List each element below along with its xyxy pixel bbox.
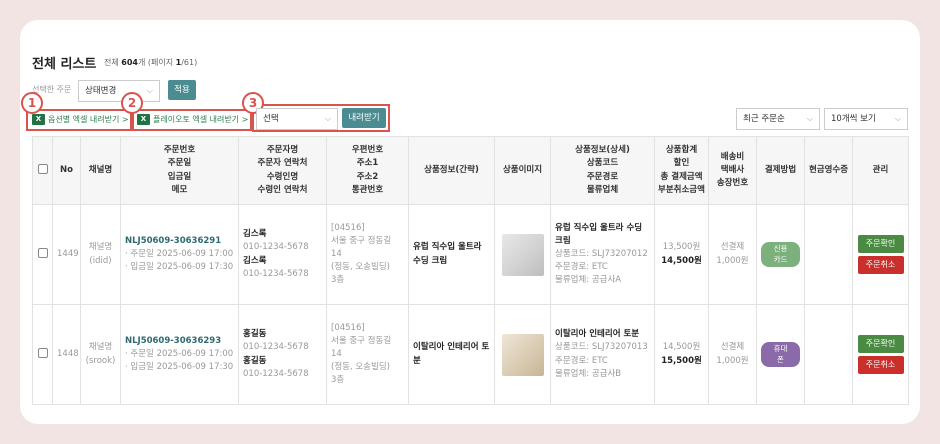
row-shipping: 선결제 1,000원 xyxy=(708,204,757,305)
payment-badge: 신용카드 xyxy=(761,241,800,267)
sort-select[interactable]: 최근 주문순 ⌵ xyxy=(736,108,820,130)
row-channel: 채널명 (idid) xyxy=(80,204,121,305)
header-receipt: 현금영수증 xyxy=(804,136,853,205)
product-image xyxy=(501,333,544,376)
page-size-select[interactable]: 10개씩 보기 ⌵ xyxy=(824,108,908,130)
row-payment: 휴대폰 xyxy=(756,304,805,405)
row-order: NLJ50609-30636291 · 주문일 2025-06-09 17:00… xyxy=(120,204,239,305)
row-manage: 주문확인 주문취소 xyxy=(852,204,909,305)
row-amount: 13,500원 14,500원 xyxy=(654,204,709,305)
excel-playauto-download-button[interactable]: X 플레이오토 엑셀 내려받기 > xyxy=(137,114,248,125)
excel-icon: X xyxy=(137,114,150,125)
chevron-down-icon: ⌵ xyxy=(806,114,813,123)
product-image xyxy=(501,233,544,276)
row-channel: 채널명 (srook) xyxy=(80,304,121,405)
header-address: 우편번호 주소1 주소2 통관번호 xyxy=(326,136,409,205)
row-receipt xyxy=(804,204,853,305)
select-all-checkbox[interactable] xyxy=(37,164,48,175)
download-button[interactable]: 내려받기 xyxy=(342,108,386,128)
annotation-marker-2: 2 xyxy=(121,92,143,114)
header-image: 상품이미지 xyxy=(494,136,551,205)
apply-button[interactable]: 적용 xyxy=(168,80,196,100)
order-number-link[interactable]: NLJ50609-30636293 xyxy=(125,335,234,348)
row-no: 1448 xyxy=(52,304,81,405)
row-checkbox-cell xyxy=(32,304,53,405)
chevron-down-icon: ⌵ xyxy=(324,114,331,123)
row-checkbox[interactable] xyxy=(37,248,48,259)
row-amount: 14,500원 15,500원 xyxy=(654,304,709,405)
table-row: 1449 채널명 (idid) NLJ50609-30636291 · 주문일 2… xyxy=(32,204,909,305)
list-panel: 전체 리스트 전체 604개 (페이지 1/61) 선택한 주문 상태변경 ⌵ … xyxy=(20,20,920,424)
header-order: 주문번호 주문일 입금일 메모 xyxy=(120,136,239,205)
confirm-order-button[interactable]: 주문확인 xyxy=(857,335,904,353)
row-manage: 주문확인 주문취소 xyxy=(852,304,909,405)
header-manage: 관리 xyxy=(852,136,909,205)
row-product-short: 이탈리아 인테리어 토분 xyxy=(408,304,495,405)
order-number-link[interactable]: NLJ50609-30636291 xyxy=(125,235,234,248)
row-shipping: 선결제 1,000원 xyxy=(708,304,757,405)
header-shipping: 배송비 택배사 송장번호 xyxy=(708,136,757,205)
row-payment: 신용카드 xyxy=(756,204,805,305)
annotation-marker-1: 1 xyxy=(21,92,43,114)
select-all-header xyxy=(32,136,53,205)
row-product-short: 유럽 직수입 울트라 수딩 크림 xyxy=(408,204,495,305)
header-product-detail: 상품정보(상세) 상품코드 주문경로 물류업체 xyxy=(550,136,655,205)
row-receipt xyxy=(804,304,853,405)
download-type-select[interactable]: 선택 ⌵ xyxy=(256,108,338,130)
header-payment: 결제방법 xyxy=(756,136,805,205)
row-customer: 김스록 010-1234-5678 김스록 010-1234-5678 xyxy=(238,204,327,305)
page-title: 전체 리스트 xyxy=(32,57,97,72)
excel-option-download-button[interactable]: X 옵션별 엑셀 내려받기 > xyxy=(32,114,129,125)
row-product-detail: 유럽 직수입 울트라 수딩 크림 상품코드: SLJ73207012 주문경로:… xyxy=(550,204,655,305)
header-amount: 상품합계 할인 총 결제금액 부분취소금액 xyxy=(654,136,709,205)
chevron-down-icon: ⌵ xyxy=(894,114,901,123)
header-customer: 주문자명 주문자 연락처 수령인명 수령인 연락처 xyxy=(238,136,327,205)
row-product-detail: 이탈리아 인테리어 토분 상품코드: SLJ73207013 주문경로: ETC… xyxy=(550,304,655,405)
chevron-down-icon: ⌵ xyxy=(146,86,153,95)
header-channel: 채널명 xyxy=(80,136,121,205)
row-image xyxy=(494,204,551,305)
row-image xyxy=(494,304,551,405)
row-customer: 홍길동 010-1234-5678 홍길동 010-1234-5678 xyxy=(238,304,327,405)
row-order: NLJ50609-30636293 · 주문일 2025-06-09 17:00… xyxy=(120,304,239,405)
row-address: [04516] 서울 중구 정동길 14 (정동, 오송빌딩) 3층 xyxy=(326,304,409,405)
table-row: 1448 채널명 (srook) NLJ50609-30636293 · 주문일 … xyxy=(32,304,909,405)
payment-badge: 휴대폰 xyxy=(761,341,800,367)
excel-icon: X xyxy=(32,114,45,125)
header-no: No xyxy=(52,136,81,205)
row-checkbox[interactable] xyxy=(37,348,48,359)
cancel-order-button[interactable]: 주문취소 xyxy=(857,356,904,374)
status-change-select[interactable]: 상태변경 ⌵ xyxy=(78,80,160,102)
list-count: 전체 604개 (페이지 1/61) xyxy=(104,58,198,67)
cancel-order-button[interactable]: 주문취소 xyxy=(857,256,904,274)
row-checkbox-cell xyxy=(32,204,53,305)
row-address: [04516] 서울 중구 정동길 14 (정동, 오송빌딩) 3층 xyxy=(326,204,409,305)
row-no: 1449 xyxy=(52,204,81,305)
table-header-row: No 채널명 주문번호 주문일 입금일 메모 주문자명 주문자 연락처 수령인명 수령인 연… xyxy=(32,136,909,205)
confirm-order-button[interactable]: 주문확인 xyxy=(857,235,904,253)
header-product-short: 상품정보(간략) xyxy=(408,136,495,205)
order-table: No 채널명 주문번호 주문일 입금일 메모 주문자명 주문자 연락처 수령인명 수령인 연… xyxy=(32,136,909,405)
